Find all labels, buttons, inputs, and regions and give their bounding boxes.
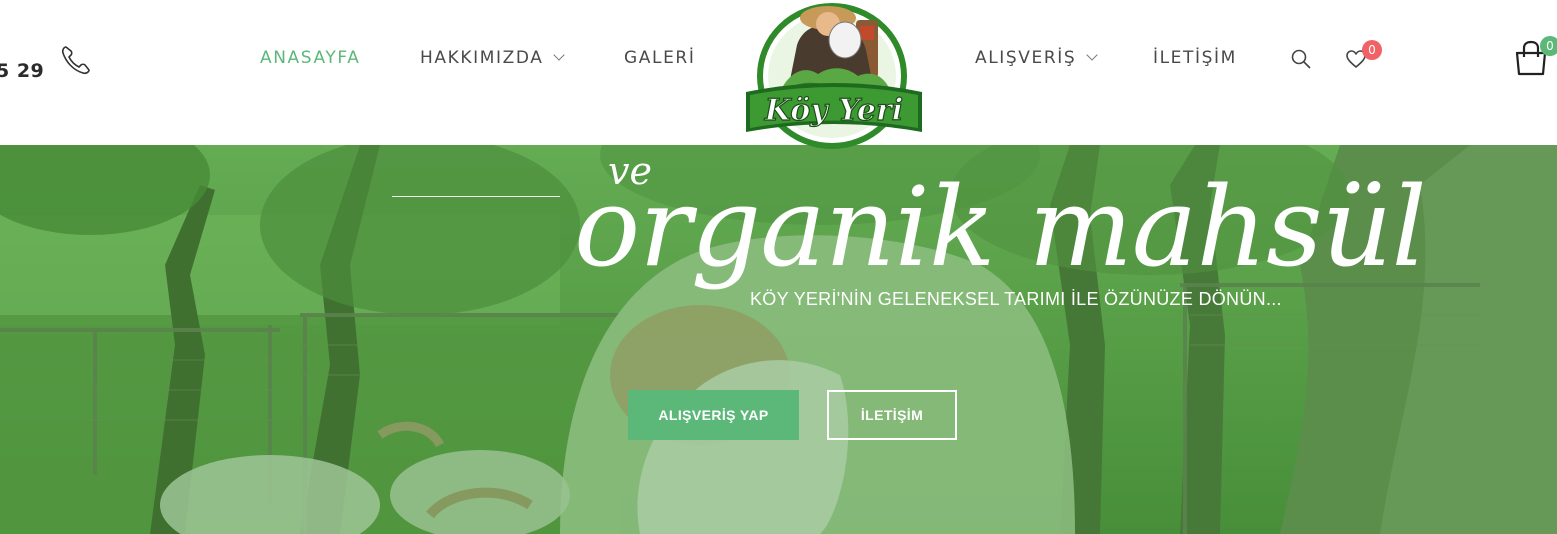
nav-item-about[interactable]: HAKKIMIZDA (420, 48, 566, 68)
nav-label: ANASAYFA (260, 48, 361, 68)
koy-yeri-logo[interactable]: Köy Yeri (742, 0, 926, 150)
hero-slider: ve organik mahsül KÖY YERİ'NİN GELENEKSE… (0, 145, 1557, 534)
search-icon[interactable] (1290, 48, 1312, 70)
nav-label: GALERİ (624, 48, 696, 68)
contact-button[interactable]: İLETİŞİM (827, 390, 957, 440)
nav-item-contact[interactable]: İLETİŞİM (1153, 48, 1237, 68)
nav-label: ALIŞVERİŞ (975, 48, 1077, 68)
nav-item-home[interactable]: ANASAYFA (260, 48, 360, 68)
hero-script-title: organik mahsül (574, 163, 1427, 291)
nav-label: İLETİŞİM (1153, 48, 1237, 68)
shop-button[interactable]: ALIŞVERİŞ YAP (628, 390, 799, 440)
chevron-down-icon (553, 49, 566, 61)
decorative-line (392, 196, 560, 197)
nav-label: HAKKIMIZDA (420, 48, 544, 68)
nav-item-gallery[interactable]: GALERİ (624, 48, 695, 68)
wishlist-count-badge: 0 (1362, 40, 1382, 60)
chevron-down-icon (1086, 49, 1098, 61)
cart-count-badge: 0 (1540, 36, 1557, 56)
logo-text: Köy Yeri (764, 93, 903, 128)
wishlist-button[interactable]: 0 (1345, 40, 1385, 74)
hero-tagline: KÖY YERİ'NİN GELENEKSEL TARIMI İLE ÖZÜNÜ… (750, 289, 1282, 309)
nav-item-shop[interactable]: ALIŞVERİŞ (975, 48, 1098, 68)
phone-number[interactable]: 5 29 (0, 60, 44, 82)
cart-button[interactable]: 0 (1513, 36, 1557, 80)
phone-icon[interactable] (58, 42, 94, 78)
